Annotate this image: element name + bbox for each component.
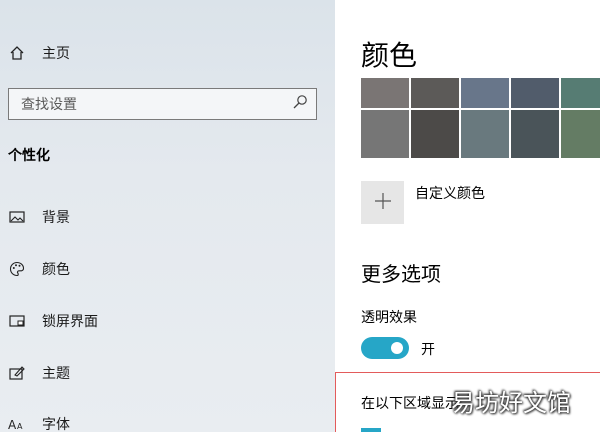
plus-icon — [374, 192, 392, 214]
custom-color-button[interactable] — [361, 181, 404, 224]
section-title: 个性化 — [8, 148, 50, 164]
picture-icon — [8, 208, 26, 226]
color-swatch[interactable] — [461, 110, 509, 158]
search-input[interactable]: 查找设置 — [8, 88, 317, 120]
font-icon: AA — [8, 415, 26, 432]
color-swatch[interactable] — [461, 78, 509, 108]
transparency-label: 透明效果 — [361, 310, 417, 326]
color-swatch[interactable] — [511, 78, 559, 108]
page-title: 颜色 — [361, 39, 418, 72]
color-swatch[interactable] — [411, 110, 459, 158]
sidebar-item-themes[interactable]: 主题 — [8, 361, 70, 385]
watermark-text: 易坊好文馆 — [451, 389, 571, 417]
color-swatch[interactable] — [361, 110, 409, 158]
svg-text:A: A — [8, 418, 17, 432]
search-placeholder: 查找设置 — [21, 97, 77, 113]
sidebar-item-background[interactable]: 背景 — [8, 205, 70, 229]
color-swatch[interactable] — [561, 78, 600, 108]
more-options-title: 更多选项 — [361, 262, 441, 286]
sidebar: 主页 查找设置 个性化 背景 颜色 锁屏界面 主题 AA 字体 — [0, 0, 335, 432]
search-icon — [292, 94, 308, 114]
sidebar-item-fonts[interactable]: AA 字体 — [8, 412, 70, 432]
lock-screen-icon — [8, 312, 26, 330]
color-swatch[interactable] — [361, 78, 409, 108]
region-checkbox[interactable] — [361, 428, 381, 432]
nav-home[interactable]: 主页 — [8, 41, 70, 65]
sidebar-item-label: 字体 — [42, 417, 70, 432]
theme-edit-icon — [8, 364, 26, 382]
sidebar-item-label: 背景 — [42, 210, 70, 226]
toggle-knob — [391, 342, 403, 354]
color-swatch[interactable] — [411, 78, 459, 108]
svg-text:A: A — [17, 422, 23, 431]
region-label: 在以下区域显示 — [361, 396, 459, 412]
sidebar-item-lock-screen[interactable]: 锁屏界面 — [8, 309, 98, 333]
transparency-state-text: 开 — [421, 342, 435, 358]
custom-color-label[interactable]: 自定义颜色 — [415, 183, 485, 203]
sidebar-item-label: 主题 — [42, 366, 70, 382]
nav-home-label: 主页 — [42, 46, 70, 62]
home-icon — [8, 44, 26, 62]
main-panel: 颜色 自定义颜色 更多选项 透明效果 开 在以下区域显示 — [335, 0, 600, 432]
sidebar-item-label: 锁屏界面 — [42, 314, 98, 330]
sidebar-item-label: 颜色 — [42, 262, 70, 278]
sidebar-item-colors[interactable]: 颜色 — [8, 257, 70, 281]
transparency-toggle[interactable] — [361, 337, 409, 359]
color-swatch[interactable] — [561, 110, 600, 158]
palette-icon — [8, 260, 26, 278]
color-swatch[interactable] — [511, 110, 559, 158]
